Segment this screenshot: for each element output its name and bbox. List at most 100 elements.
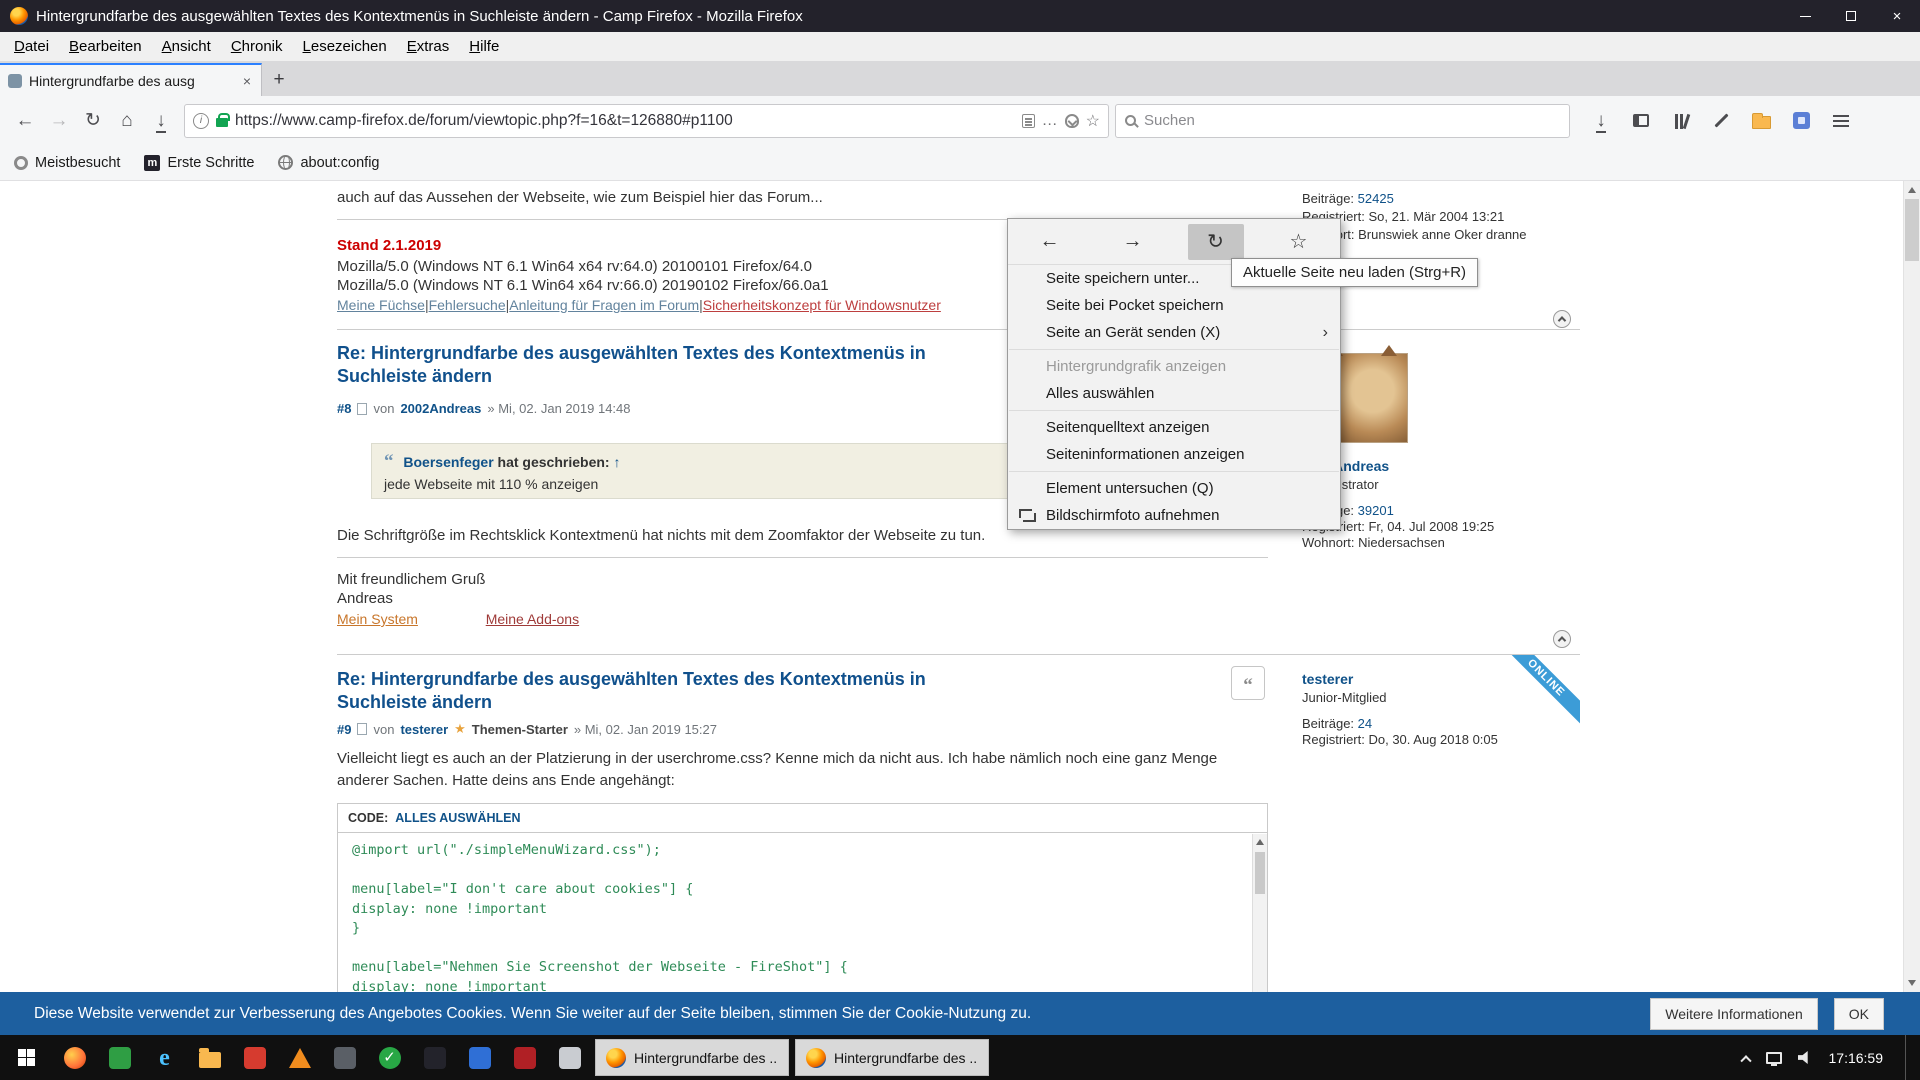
- reader-mode-icon[interactable]: [1022, 114, 1035, 128]
- context-menu-item-seiteninformationen[interactable]: Seiteninformationen anzeigen: [1008, 441, 1340, 468]
- post9-title[interactable]: Re: Hintergrundfarbe des ausgewählten Te…: [337, 668, 987, 715]
- link-anleitung[interactable]: Anleitung für Fragen im Forum: [509, 297, 699, 313]
- scroll-up-arrow-icon[interactable]: [1908, 187, 1916, 193]
- bookmark-star-icon[interactable]: ☆: [1271, 224, 1327, 260]
- reload-icon[interactable]: ↻: [1188, 224, 1244, 260]
- menubar-item-bearbeiten[interactable]: Bearbeiten: [59, 34, 152, 59]
- post8-title[interactable]: Re: Hintergrundfarbe des ausgewählten Te…: [337, 342, 987, 389]
- taskbar-app-icon[interactable]: [322, 1035, 367, 1080]
- save-page-icon[interactable]: ↓: [144, 104, 178, 138]
- posts-count-link[interactable]: 52425: [1358, 191, 1394, 206]
- taskbar-app-icon[interactable]: [547, 1035, 592, 1080]
- search-bar[interactable]: [1115, 104, 1570, 138]
- pen-tool-icon[interactable]: [1704, 104, 1738, 138]
- context-menu-item-pocket-speichern[interactable]: Seite bei Pocket speichern: [1008, 292, 1340, 319]
- code-select-all-link[interactable]: ALLES AUSWÄHLEN: [395, 811, 520, 825]
- pocket-icon[interactable]: [1065, 114, 1079, 128]
- link-mein-system[interactable]: Mein System: [337, 611, 418, 627]
- context-menu-item-hintergrundgrafik[interactable]: Hintergrundgrafik anzeigen: [1008, 353, 1340, 380]
- search-input[interactable]: [1144, 112, 1560, 129]
- page-scrollbar[interactable]: [1903, 181, 1920, 992]
- context-menu-item-alles-auswaehlen[interactable]: Alles auswählen: [1008, 380, 1340, 407]
- downloads-icon[interactable]: ↓: [1584, 104, 1618, 138]
- taskbar-app-icon[interactable]: [277, 1035, 322, 1080]
- post9-profile-name[interactable]: testerer: [1302, 671, 1353, 687]
- library-icon[interactable]: [1664, 104, 1698, 138]
- back-icon[interactable]: ←: [8, 104, 42, 138]
- context-menu-item-element-untersuchen[interactable]: Element untersuchen (Q): [1008, 475, 1340, 502]
- post8-number-link[interactable]: #8: [337, 401, 351, 416]
- network-icon[interactable]: [1766, 1052, 1782, 1064]
- menubar-item-ansicht[interactable]: Ansicht: [152, 34, 221, 59]
- menubar-item-extras[interactable]: Extras: [397, 34, 460, 59]
- quote-post-button[interactable]: “: [1231, 666, 1265, 700]
- lock-icon[interactable]: [216, 118, 228, 127]
- code-scrollbar[interactable]: [1252, 834, 1267, 992]
- forward-icon[interactable]: →: [1105, 224, 1161, 260]
- bookmark-about-config[interactable]: about:config: [278, 155, 379, 171]
- speaker-icon[interactable]: [1798, 1051, 1813, 1064]
- taskbar-app-icon[interactable]: [232, 1035, 277, 1080]
- cookie-info-button[interactable]: Weitere Informationen: [1650, 998, 1817, 1030]
- post9-author-link[interactable]: testerer: [400, 722, 448, 737]
- back-icon[interactable]: ←: [1022, 224, 1078, 260]
- maximize-button[interactable]: [1828, 0, 1874, 32]
- quote-jump-arrow[interactable]: ↑: [613, 454, 620, 470]
- bookmark-star-icon[interactable]: ☆: [1086, 111, 1100, 131]
- sidebars-icon[interactable]: [1624, 104, 1658, 138]
- new-tab-button[interactable]: +: [262, 63, 296, 96]
- context-menu-item-an-geraet-senden[interactable]: Seite an Gerät senden (X) ›: [1008, 319, 1340, 346]
- taskbar-app-firefox-icon[interactable]: [52, 1035, 97, 1080]
- link-sicherheitskonzept[interactable]: Sicherheitskonzept für Windowsnutzer: [703, 297, 941, 313]
- close-button[interactable]: ×: [1874, 0, 1920, 32]
- link-meine-addons[interactable]: Meine Add-ons: [486, 611, 579, 627]
- folder-toolbar-icon[interactable]: [1744, 104, 1778, 138]
- posts-count-link[interactable]: 39201: [1358, 503, 1394, 518]
- menubar-item-lesezeichen[interactable]: Lesezeichen: [293, 34, 397, 59]
- taskbar-app-icon[interactable]: [457, 1035, 502, 1080]
- posts-count-link[interactable]: 24: [1358, 716, 1372, 731]
- tab-close-icon[interactable]: ×: [241, 73, 253, 89]
- start-button[interactable]: [0, 1035, 52, 1080]
- home-icon[interactable]: ⌂: [110, 104, 144, 138]
- menubar-item-chronik[interactable]: Chronik: [221, 34, 293, 59]
- scroll-to-top-button[interactable]: [1553, 630, 1571, 648]
- taskbar-window-button-2[interactable]: Hintergrundfarbe des ...: [795, 1039, 989, 1076]
- minimize-button[interactable]: [1782, 0, 1828, 32]
- post8-author-link[interactable]: 2002Andreas: [400, 401, 481, 416]
- menubar-item-datei[interactable]: Datei: [4, 34, 59, 59]
- taskbar-app-icon[interactable]: ✓: [367, 1035, 412, 1080]
- context-menu-item-seitenquelltext[interactable]: Seitenquelltext anzeigen: [1008, 414, 1340, 441]
- page-actions-icon[interactable]: …: [1042, 112, 1058, 130]
- forward-icon[interactable]: →: [42, 104, 76, 138]
- scroll-to-top-button[interactable]: [1553, 310, 1571, 328]
- link-meine-fuechse[interactable]: Meine Füchse: [337, 297, 425, 313]
- cookie-ok-button[interactable]: OK: [1834, 998, 1884, 1030]
- menu-hamburger-icon[interactable]: [1824, 104, 1858, 138]
- code-scrollbar-thumb[interactable]: [1255, 852, 1265, 894]
- taskbar-app-edge-icon[interactable]: e: [142, 1035, 187, 1080]
- scroll-down-arrow-icon[interactable]: [1908, 980, 1916, 986]
- taskbar-clock[interactable]: 17:16:59: [1829, 1050, 1884, 1066]
- menubar-item-hilfe[interactable]: Hilfe: [459, 34, 509, 59]
- scroll-up-arrow-icon[interactable]: [1256, 839, 1264, 845]
- tray-chevron-up-icon[interactable]: [1740, 1055, 1751, 1066]
- taskbar-app-icon[interactable]: [97, 1035, 142, 1080]
- taskbar-app-explorer-icon[interactable]: [187, 1035, 232, 1080]
- browser-tab[interactable]: Hintergrundfarbe des ausg ×: [0, 63, 262, 96]
- quote-author-link[interactable]: Boersenfeger: [403, 454, 493, 470]
- post9-number-link[interactable]: #9: [337, 722, 351, 737]
- taskbar-app-icon[interactable]: [502, 1035, 547, 1080]
- extension-icon[interactable]: [1784, 104, 1818, 138]
- context-menu-item-bildschirmfoto[interactable]: Bildschirmfoto aufnehmen: [1008, 502, 1340, 529]
- taskbar-window-button-1[interactable]: Hintergrundfarbe des ...: [595, 1039, 789, 1076]
- bookmark-erste-schritte[interactable]: m Erste Schritte: [144, 155, 254, 171]
- site-info-icon[interactable]: i: [193, 113, 209, 129]
- bookmark-meistbesucht[interactable]: Meistbesucht: [14, 155, 120, 171]
- scrollbar-thumb[interactable]: [1905, 199, 1919, 261]
- link-fehlersuche[interactable]: Fehlersuche: [429, 297, 506, 313]
- url-bar[interactable]: i … ☆: [184, 104, 1109, 138]
- reload-icon[interactable]: ↻: [76, 104, 110, 138]
- show-desktop-button[interactable]: [1905, 1035, 1912, 1080]
- url-input[interactable]: [235, 112, 1015, 130]
